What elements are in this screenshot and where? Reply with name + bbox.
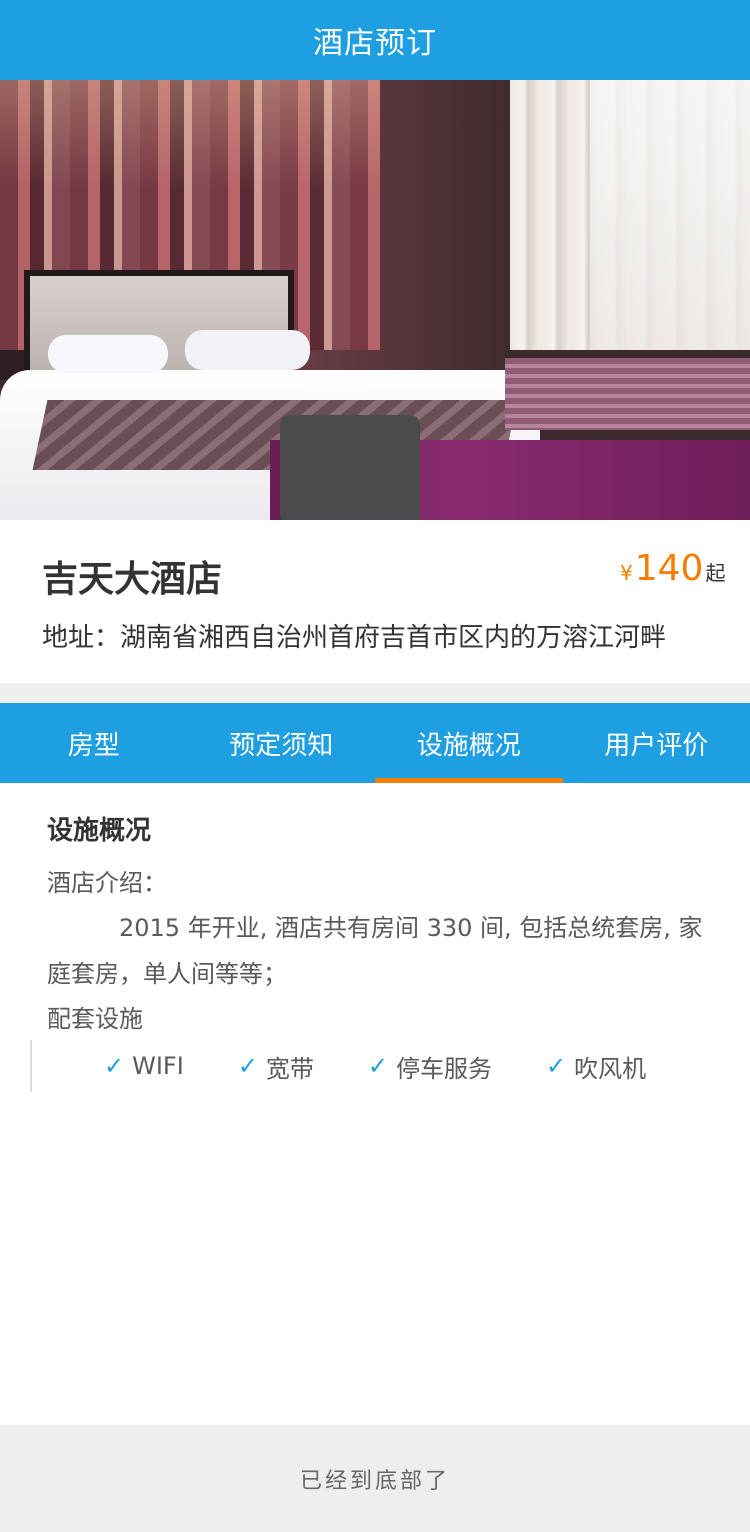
check-icon: ✓ xyxy=(237,1052,258,1080)
tab-user-reviews[interactable]: 用户评价 xyxy=(563,703,750,783)
hotel-price: ¥ 140 起 xyxy=(620,548,725,589)
section-title: 设施概况 xyxy=(47,816,152,846)
tab-booking-notice[interactable]: 预定须知 xyxy=(188,703,376,783)
amenity-item: ✓ 宽带 xyxy=(238,1049,314,1084)
page-title: 酒店预订 xyxy=(313,26,437,61)
check-icon: ✓ xyxy=(367,1052,389,1080)
amenity-label: 宽带 xyxy=(265,1054,314,1083)
price-currency: ¥ xyxy=(620,561,633,585)
hotel-hero-image[interactable] xyxy=(0,80,750,520)
hotel-address: 地址：湖南省湘西自治州首府吉首市区内的万溶江河畔 xyxy=(42,623,667,653)
hotel-info: 吉天大酒店 ¥ 140 起 地址：湖南省湘西自治州首府吉首市区内的万溶江河畔 xyxy=(0,520,750,683)
intro-text: 2015 年开业, 酒店共有房间 330 间, 包括总统套房, 家庭套房，单人间… xyxy=(47,914,703,988)
check-icon: ✓ xyxy=(104,1052,125,1080)
amenity-label: WIFI xyxy=(132,1052,184,1080)
amenity-item: ✓ 吹风机 xyxy=(546,1049,646,1084)
top-bar: 酒店预订 xyxy=(0,0,750,80)
price-suffix: 起 xyxy=(705,561,726,585)
bottom-footer: 已经到底部了 xyxy=(0,1425,750,1532)
section-divider xyxy=(0,683,750,703)
tab-bar: 房型 预定须知 设施概况 用户评价 xyxy=(0,703,750,783)
price-value: 140 xyxy=(634,548,704,589)
amenities-list: ✓ WIFI ✓ 宽带 ✓ 停车服务 ✓ 吹风机 xyxy=(30,1040,700,1092)
amenity-item: ✓ WIFI xyxy=(104,1052,184,1080)
intro-label: 酒店介绍： xyxy=(47,869,167,897)
hero-chair xyxy=(280,415,420,520)
footer-text: 已经到底部了 xyxy=(299,1468,450,1494)
tab-room-types[interactable]: 房型 xyxy=(0,703,188,783)
tab-facilities[interactable]: 设施概况 xyxy=(375,703,563,783)
amenity-label: 吹风机 xyxy=(574,1054,647,1083)
hero-pillow xyxy=(48,335,168,373)
check-icon: ✓ xyxy=(546,1052,567,1080)
facilities-content: 设施概况 酒店介绍： 2015 年开业, 酒店共有房间 330 间, 包括总统套… xyxy=(47,810,717,1041)
amenity-item: ✓ 停车服务 xyxy=(368,1049,492,1084)
amenity-label: 停车服务 xyxy=(396,1054,493,1083)
amenities-label: 配套设施 xyxy=(47,1005,143,1033)
hotel-name: 吉天大酒店 xyxy=(42,559,223,600)
hero-sofa xyxy=(505,350,750,430)
hero-pillow xyxy=(185,330,310,370)
